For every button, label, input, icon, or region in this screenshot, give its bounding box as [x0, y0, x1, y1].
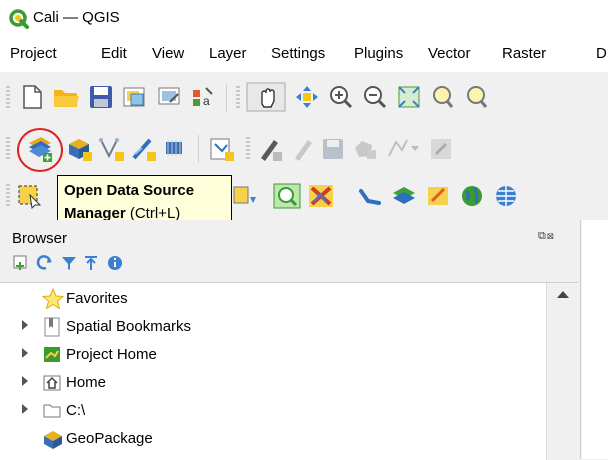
add-selected-layers-icon[interactable]: [12, 254, 30, 272]
select-by-value-icon[interactable]: [232, 183, 260, 209]
open-field-calculator-icon[interactable]: [306, 182, 336, 210]
project-home-icon: [44, 347, 60, 362]
web-globe-icon[interactable]: [492, 183, 520, 209]
star-icon: [42, 288, 64, 310]
menu-layer[interactable]: Layer: [209, 45, 247, 62]
panel-buttons: ⧉⊠: [538, 230, 555, 243]
toolbar-grip[interactable]: [246, 137, 250, 161]
menu-settings[interactable]: Settings: [271, 45, 325, 62]
zoom-to-selection-icon[interactable]: [430, 84, 456, 110]
menu-bar: Project Edit View Layer Settings Plugins…: [0, 38, 608, 72]
tree-item-label: Home: [66, 374, 107, 391]
project-toolbar: a: [0, 72, 608, 124]
zoom-full-icon[interactable]: [396, 84, 422, 110]
menu-view[interactable]: View: [152, 45, 184, 62]
tree-item-home[interactable]: Home: [0, 368, 540, 396]
float-panel-icon[interactable]: ⧉: [538, 230, 547, 242]
drive-icon: [43, 404, 61, 418]
enable-properties-widget-icon[interactable]: [106, 254, 124, 272]
toolbar-grip[interactable]: [6, 184, 10, 208]
new-virtual-layer-icon[interactable]: [162, 136, 190, 162]
tree-item-label: Spatial Bookmarks: [66, 318, 192, 335]
refresh-icon[interactable]: [36, 254, 54, 272]
toggle-editing-icon[interactable]: [256, 136, 284, 162]
show-layout-manager-icon[interactable]: [156, 84, 182, 110]
menu-plugins[interactable]: Plugins: [354, 45, 403, 62]
expand-arrow-icon[interactable]: [22, 376, 28, 386]
browser-tree: Favorites Spatial Bookmarks Project Home…: [0, 282, 579, 460]
qgis-logo-icon: [9, 9, 29, 29]
panel-divider[interactable]: [580, 220, 581, 459]
window-title: Cali — QGIS: [33, 9, 120, 26]
scroll-up-icon[interactable]: [557, 291, 569, 298]
toolbar-grip[interactable]: [236, 86, 240, 110]
title-bar: Cali — QGIS: [0, 0, 608, 38]
pan-to-selection-icon[interactable]: [294, 84, 320, 110]
vertical-scrollbar[interactable]: [546, 283, 579, 460]
zoom-out-icon[interactable]: [362, 84, 388, 110]
new-temporary-scratch-layer-icon[interactable]: [130, 136, 158, 162]
toolbar-grip[interactable]: [6, 137, 10, 161]
tree-item-label: Project Home: [66, 346, 157, 363]
add-feature-icon[interactable]: [352, 136, 378, 162]
expand-arrow-icon[interactable]: [22, 320, 28, 330]
style-manager-icon[interactable]: a: [190, 84, 216, 110]
data-source-toolbar: [0, 124, 608, 174]
filter-browser-icon[interactable]: [60, 254, 78, 272]
menu-project[interactable]: Project: [10, 45, 57, 62]
tree-item-label: Favorites: [66, 290, 128, 307]
home-icon: [43, 375, 61, 391]
open-project-icon[interactable]: [52, 84, 80, 110]
measure-line-icon[interactable]: [356, 183, 384, 209]
tooltip-title-line1: Open Data Source: [64, 182, 195, 199]
tree-item-favorites[interactable]: Favorites: [0, 284, 540, 312]
map-tips-icon[interactable]: [390, 183, 418, 209]
expand-arrow-icon[interactable]: [22, 404, 28, 414]
tree-item-label: GeoPackage: [66, 430, 153, 447]
zoom-in-icon[interactable]: [328, 84, 354, 110]
bookmark-icon: [44, 317, 60, 337]
highlight-circle: [17, 128, 63, 172]
tree-item-label: C:\: [66, 402, 86, 419]
toolbar-separator: [226, 84, 227, 112]
close-panel-icon[interactable]: ⊠: [547, 230, 555, 242]
new-annotation-icon[interactable]: [424, 183, 452, 209]
new-project-icon[interactable]: [20, 84, 44, 110]
tree-item-geopackage[interactable]: GeoPackage: [0, 424, 540, 452]
map-canvas[interactable]: [582, 220, 608, 459]
vertex-tool-icon[interactable]: [386, 136, 422, 162]
identify-features-icon[interactable]: [272, 182, 302, 210]
zoom-to-layer-icon[interactable]: [464, 84, 490, 110]
menu-database[interactable]: D: [596, 45, 607, 62]
save-layer-edits-icon[interactable]: [320, 136, 346, 162]
new-print-layout-icon[interactable]: [122, 84, 148, 110]
toolbar-grip[interactable]: [6, 86, 10, 110]
new-shapefile-layer-icon[interactable]: [98, 136, 126, 162]
menu-edit[interactable]: Edit: [101, 45, 127, 62]
edit-pencil-icon[interactable]: [290, 136, 316, 162]
toolbar-separator: [198, 135, 199, 163]
new-geopackage-layer-icon[interactable]: [66, 136, 94, 162]
select-features-icon[interactable]: [16, 183, 44, 209]
browser-panel-title: Browser: [12, 230, 68, 247]
save-project-icon[interactable]: [88, 84, 114, 110]
svg-text:a: a: [203, 94, 210, 108]
new-spatial-bookmark-icon[interactable]: [208, 136, 236, 162]
tree-item-spatial-bookmarks[interactable]: Spatial Bookmarks: [0, 312, 540, 340]
geopackage-icon: [44, 431, 62, 449]
menu-raster[interactable]: Raster: [502, 45, 546, 62]
modify-attributes-icon[interactable]: [428, 136, 454, 162]
globe-icon[interactable]: [458, 183, 486, 209]
menu-vector[interactable]: Vector: [428, 45, 471, 62]
browser-panel: Browser ⧉⊠ Favorites Spatial Bookmarks P…: [0, 220, 608, 460]
pan-map-icon[interactable]: [246, 82, 286, 112]
expand-arrow-icon[interactable]: [22, 348, 28, 358]
tree-item-project-home[interactable]: Project Home: [0, 340, 540, 368]
tree-item-c-drive[interactable]: C:\: [0, 396, 540, 424]
collapse-all-icon[interactable]: [82, 254, 100, 272]
